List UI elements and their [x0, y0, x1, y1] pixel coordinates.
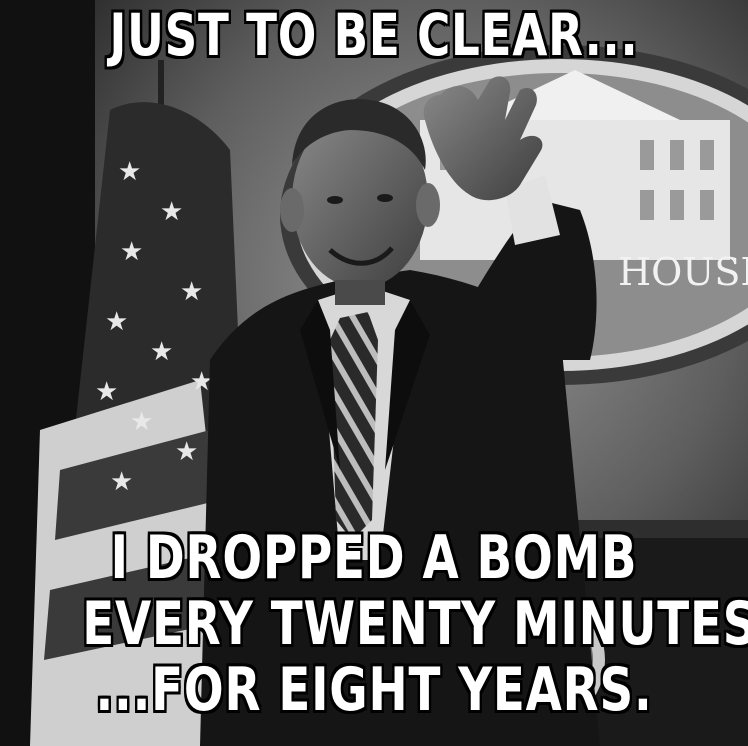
svg-text:★: ★: [120, 237, 143, 267]
bottom-caption-line-3: ...FOR EIGHT YEARS.: [95, 655, 653, 725]
svg-text:★: ★: [150, 337, 173, 367]
bottom-caption-line-1: I DROPPED A BOMB: [110, 523, 638, 593]
svg-text:★: ★: [105, 307, 128, 337]
svg-text:★: ★: [180, 277, 203, 307]
bottom-caption: I DROPPED A BOMB EVERY TWENTY MINUTES ..…: [82, 523, 748, 726]
svg-text:★: ★: [175, 437, 198, 467]
seal-text: HOUSE: [618, 250, 748, 294]
top-caption: JUST TO BE CLEAR...: [109, 1, 639, 69]
meme-image: HOUSE ★ ★ ★ ★ ★ ★ ★ ★ ★ ★ ★: [0, 0, 748, 746]
svg-text:★: ★: [130, 407, 153, 437]
svg-text:★: ★: [118, 157, 141, 187]
svg-text:★: ★: [95, 377, 118, 407]
svg-text:★: ★: [110, 467, 133, 497]
bottom-caption-line-2: EVERY TWENTY MINUTES: [82, 589, 748, 659]
svg-text:★: ★: [160, 197, 183, 227]
